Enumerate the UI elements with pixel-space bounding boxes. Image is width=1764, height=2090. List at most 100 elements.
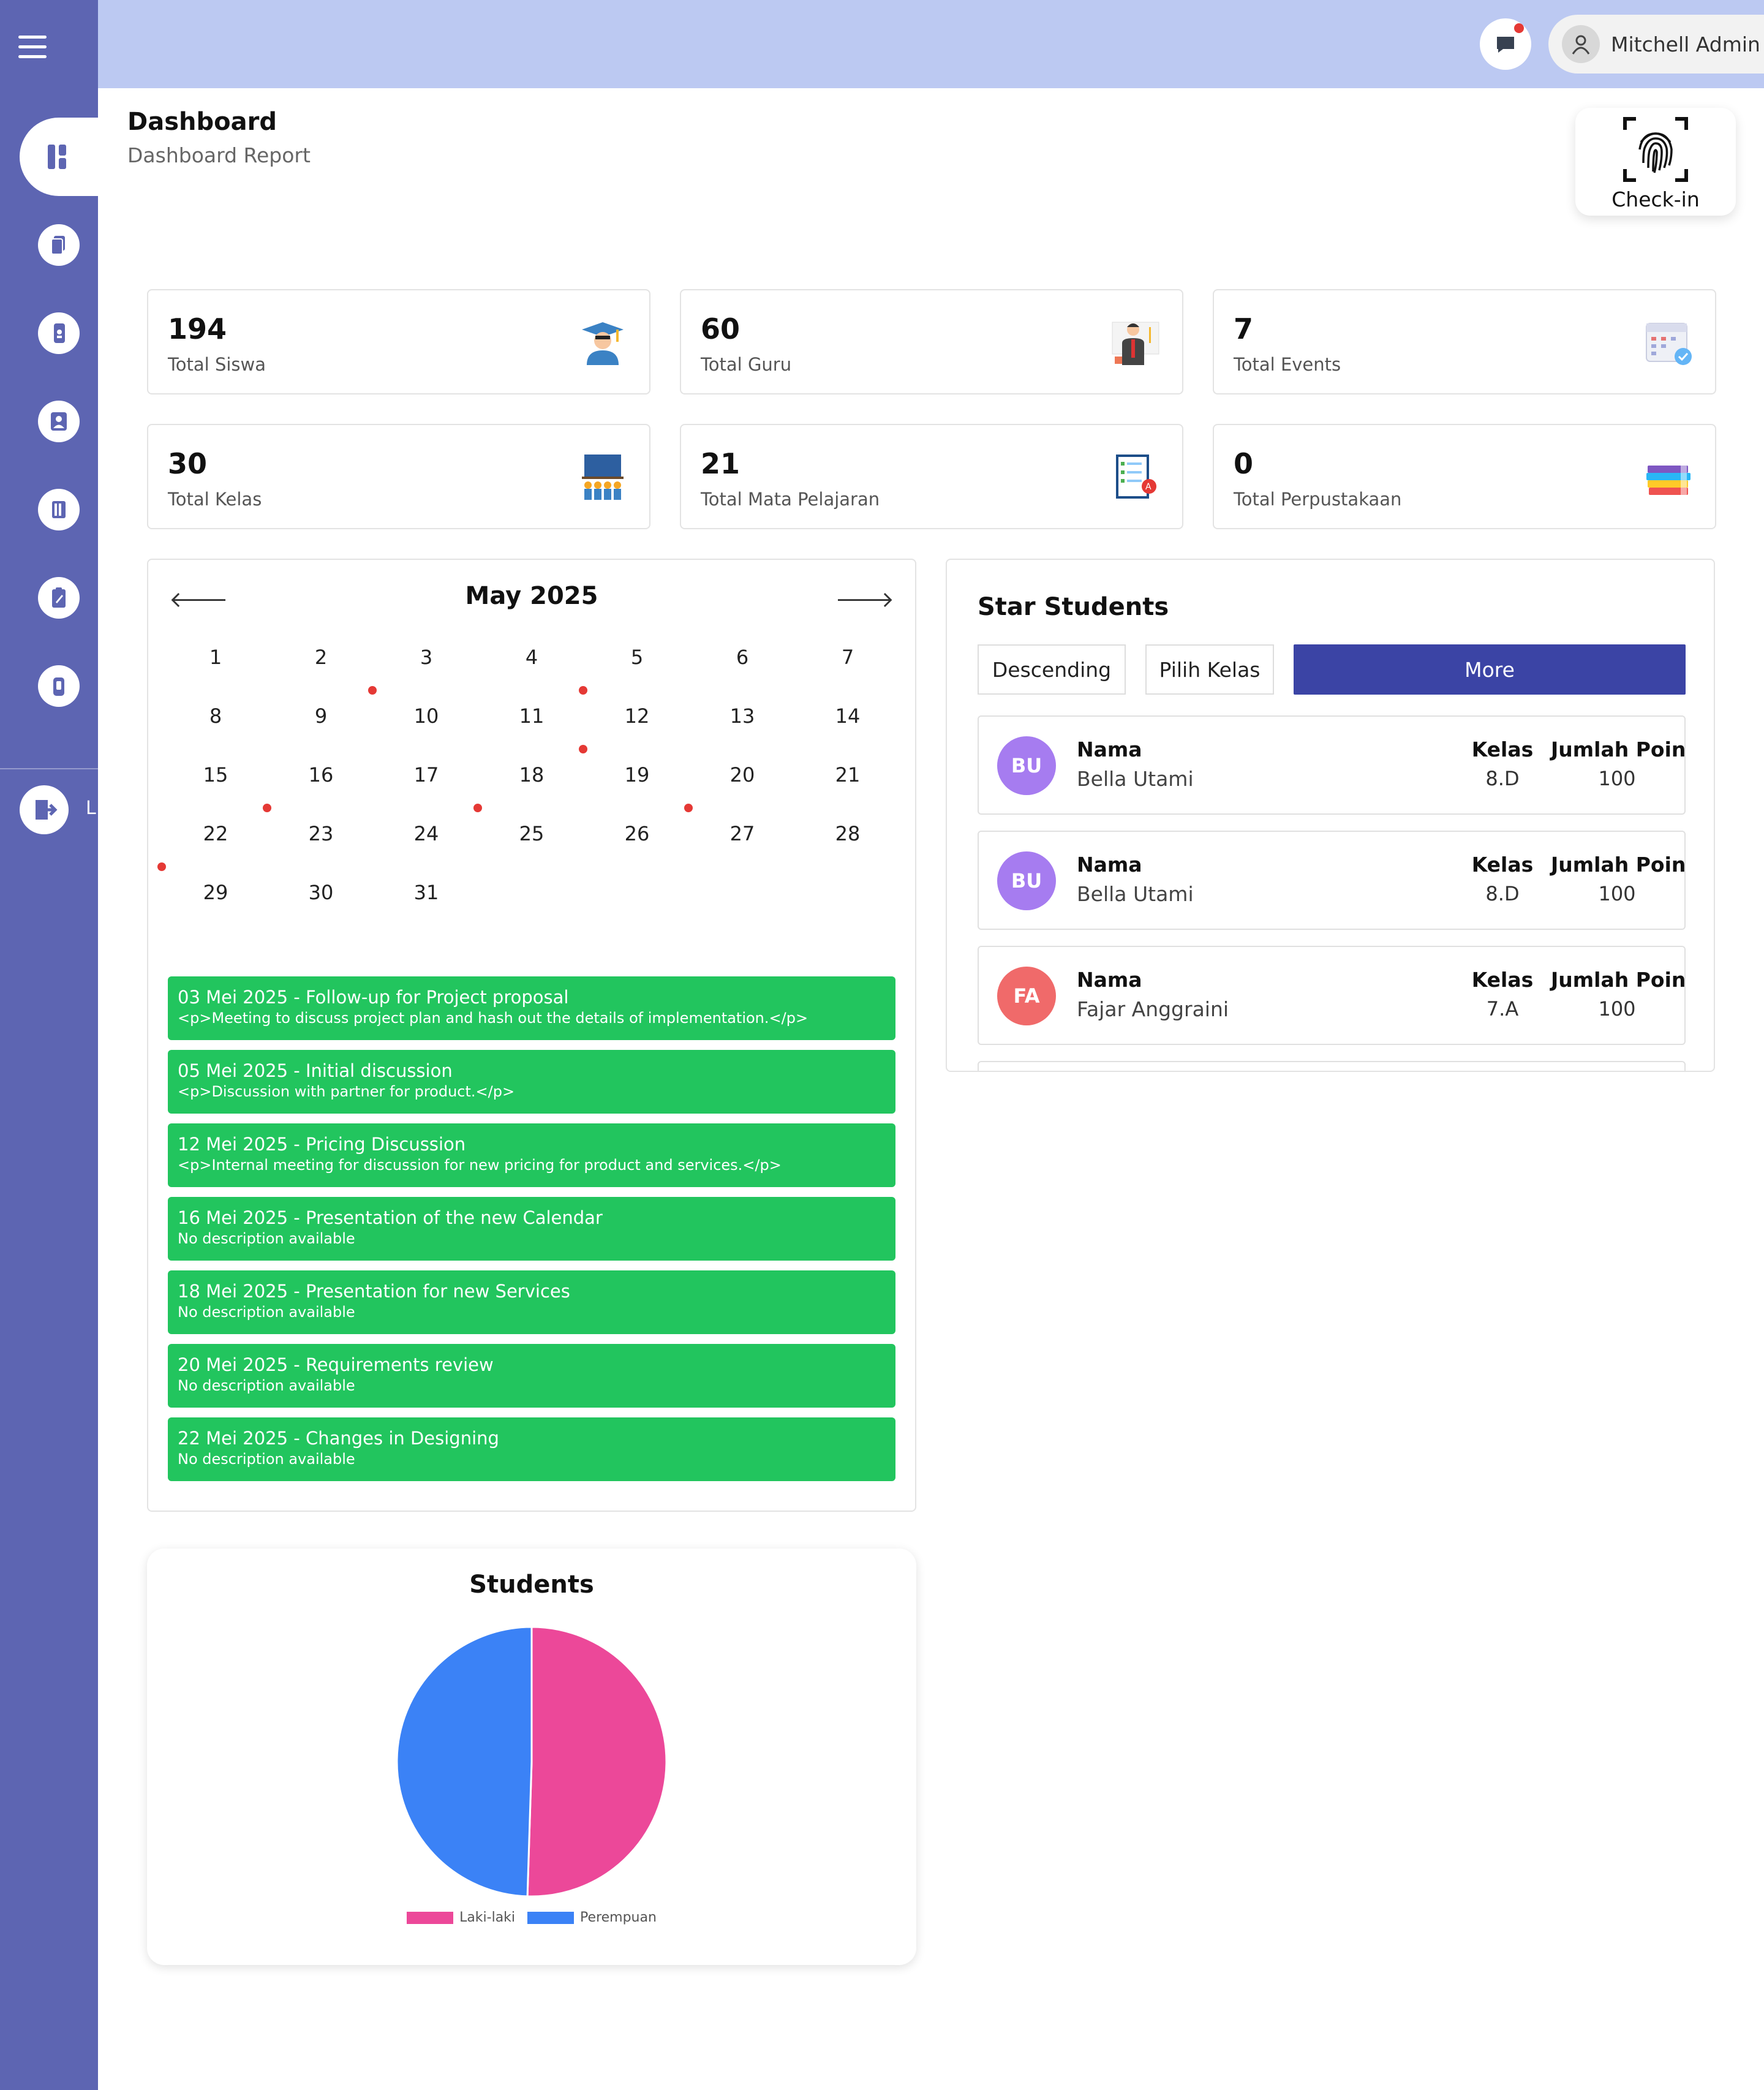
class-label: Kelas	[1471, 968, 1534, 992]
student-row[interactable]: FA Nama Fajar Anggraini Kelas 7.A Jumlah…	[978, 946, 1686, 1045]
stat-card-mapel[interactable]: 21 Total Mata Pelajaran A	[680, 424, 1183, 529]
stat-card-guru[interactable]: 60 Total Guru	[680, 289, 1183, 394]
class-filter-button[interactable]: Pilih Kelas	[1145, 644, 1274, 695]
calendar-day[interactable]: 25	[495, 822, 568, 845]
calendar-day[interactable]: 15	[179, 763, 252, 787]
students-chart-card: Students Laki-laki Perempuan	[147, 1549, 916, 1965]
event-item[interactable]: 20 Mei 2025 - Requirements review No des…	[168, 1344, 895, 1408]
calendar-day[interactable]: 19	[600, 763, 674, 787]
calendar-day[interactable]: 2	[284, 646, 358, 669]
chat-button[interactable]	[1480, 18, 1531, 70]
calendar-day[interactable]: 30	[284, 881, 358, 904]
calendar-day[interactable]: 4	[495, 646, 568, 669]
calendar-day[interactable]: 10	[390, 704, 463, 728]
copy-icon[interactable]	[38, 224, 80, 266]
stat-card-siswa[interactable]: 194 Total Siswa	[147, 289, 650, 394]
event-item[interactable]: 12 Mei 2025 - Pricing Discussion <p>Inte…	[168, 1123, 895, 1187]
remote-icon[interactable]	[38, 665, 80, 707]
event-item[interactable]: 22 Mei 2025 - Changes in Designing No de…	[168, 1417, 895, 1481]
stat-card-events[interactable]: 7 Total Events	[1213, 289, 1716, 394]
sidebar: L	[0, 0, 98, 2090]
calendar-day[interactable]: 11	[495, 704, 568, 728]
event-title: 16 Mei 2025 - Presentation of the new Ca…	[178, 1207, 603, 1228]
books-icon	[1646, 466, 1691, 495]
event-title: 20 Mei 2025 - Requirements review	[178, 1354, 494, 1375]
event-dot	[684, 804, 693, 812]
calendar-day[interactable]: 3	[390, 646, 463, 669]
student-class: 7.A	[1486, 997, 1519, 1020]
user-menu[interactable]: Mitchell Admin	[1548, 15, 1764, 74]
student-row[interactable]: BU Nama Bella Utami Kelas 8.D Jumlah Poi…	[978, 715, 1686, 815]
next-month-icon[interactable]: 🡒	[835, 586, 894, 613]
student-row[interactable]: BU Nama Bella Utami Kelas 8.D Jumlah Poi…	[978, 831, 1686, 930]
calendar-day[interactable]: 14	[811, 704, 884, 728]
sort-button[interactable]: Descending	[978, 644, 1126, 695]
stat-value: 30	[168, 447, 208, 480]
calendar-day[interactable]: 28	[811, 822, 884, 845]
calendar-day[interactable]: 12	[600, 704, 674, 728]
calendar-day[interactable]: 31	[390, 881, 463, 904]
calendar-day[interactable]: 5	[600, 646, 674, 669]
calendar-day[interactable]: 8	[179, 704, 252, 728]
phone-icon[interactable]	[38, 312, 80, 354]
event-desc: No description available	[178, 1303, 355, 1321]
star-students-title: Star Students	[978, 593, 1169, 621]
clipboard-icon[interactable]	[38, 577, 80, 619]
graduate-icon	[582, 322, 624, 365]
student-class: 8.D	[1485, 882, 1520, 905]
library-icon[interactable]	[38, 489, 80, 530]
calendar-day[interactable]: 1	[179, 646, 252, 669]
checkin-label: Check-in	[1611, 187, 1700, 211]
legend-item[interactable]: Laki-laki	[407, 1910, 515, 1925]
student-row[interactable]	[978, 1061, 1686, 1071]
stat-card-perpustakaan[interactable]: 0 Total Perpustakaan	[1213, 424, 1716, 529]
event-item[interactable]: 16 Mei 2025 - Presentation of the new Ca…	[168, 1197, 895, 1261]
event-item[interactable]: 03 Mei 2025 - Follow-up for Project prop…	[168, 976, 895, 1040]
classroom-icon	[582, 455, 624, 500]
legend-label: Perempuan	[580, 1910, 657, 1925]
calendar-day[interactable]: 22	[179, 822, 252, 845]
avatar: BU	[997, 736, 1056, 795]
logout-label[interactable]: L	[86, 798, 98, 819]
event-dot	[579, 686, 587, 695]
calendar-day[interactable]: 26	[600, 822, 674, 845]
calendar-day[interactable]: 7	[811, 646, 884, 669]
event-dot	[368, 686, 377, 695]
calendar-day[interactable]: 13	[706, 704, 779, 728]
event-title: 18 Mei 2025 - Presentation for new Servi…	[178, 1281, 570, 1302]
calendar-day[interactable]: 18	[495, 763, 568, 787]
event-item[interactable]: 05 Mei 2025 - Initial discussion <p>Disc…	[168, 1050, 895, 1114]
calendar-day[interactable]: 17	[390, 763, 463, 787]
stat-value: 60	[701, 312, 741, 345]
dashboard-icon[interactable]	[37, 136, 78, 178]
event-dot	[579, 745, 587, 753]
calendar-day[interactable]: 9	[284, 704, 358, 728]
calendar-day[interactable]: 6	[706, 646, 779, 669]
stat-card-kelas[interactable]: 30 Total Kelas	[147, 424, 650, 529]
calendar-day[interactable]: 16	[284, 763, 358, 787]
stat-value: 21	[701, 447, 741, 480]
student-name: Fajar Anggraini	[1077, 997, 1229, 1021]
calendar-day[interactable]: 29	[179, 881, 252, 904]
calendar-title: May 2025	[465, 582, 598, 610]
checkin-button[interactable]: Check-in	[1575, 108, 1736, 216]
legend-swatch	[407, 1911, 454, 1924]
pie-slice-perempuan[interactable]	[396, 1626, 533, 1898]
teacher-icon[interactable]	[38, 401, 80, 442]
pie-slice-laki-laki[interactable]	[526, 1626, 668, 1898]
legend-item[interactable]: Perempuan	[527, 1910, 657, 1925]
calendar-day[interactable]: 20	[706, 763, 779, 787]
event-dot	[263, 804, 271, 812]
calendar-day[interactable]: 27	[706, 822, 779, 845]
event-item[interactable]: 18 Mei 2025 - Presentation for new Servi…	[168, 1270, 895, 1334]
logout-icon[interactable]	[20, 785, 69, 834]
calendar-day[interactable]: 23	[284, 822, 358, 845]
menu-icon[interactable]	[18, 36, 47, 60]
stat-value: 194	[168, 312, 227, 345]
calendar-day[interactable]: 21	[811, 763, 884, 787]
user-name: Mitchell Admin	[1611, 32, 1760, 56]
more-button[interactable]: More	[1294, 644, 1686, 695]
event-dot	[473, 804, 482, 812]
chart-legend: Laki-laki Perempuan	[147, 1910, 916, 1925]
calendar-day[interactable]: 24	[390, 822, 463, 845]
